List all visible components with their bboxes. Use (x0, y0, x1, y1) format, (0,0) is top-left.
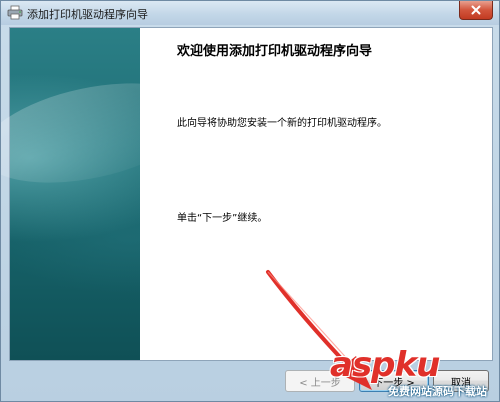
cancel-button[interactable]: 取消 (433, 370, 489, 392)
wizard-content: 欢迎使用添加打印机驱动程序向导 此向导将协助您安装一个新的打印机驱动程序。 单击… (140, 28, 492, 360)
button-bar: < 上一步 下一步 > 取消 (9, 361, 493, 401)
wizard-window: 添加打印机驱动程序向导 欢迎使用添加打印机驱动程序向导 此向导将协助您安装一个新… (0, 0, 500, 402)
back-button[interactable]: < 上一步 (285, 370, 355, 392)
instruction-text: 单击“下一步”继续。 (177, 213, 268, 224)
close-button[interactable] (459, 1, 493, 20)
wizard-panel: 欢迎使用添加打印机驱动程序向导 此向导将协助您安装一个新的打印机驱动程序。 单击… (1, 27, 493, 361)
wizard-sidebar-banner (1, 28, 207, 360)
next-button[interactable]: 下一步 > (359, 370, 429, 392)
close-icon (471, 5, 481, 15)
window-title: 添加打印机驱动程序向导 (27, 8, 148, 21)
title-bar[interactable]: 添加打印机驱动程序向导 (1, 1, 499, 25)
printer-icon (7, 5, 23, 20)
intro-text: 此向导将协助您安装一个新的打印机驱动程序。 (177, 118, 387, 129)
page-title: 欢迎使用添加打印机驱动程序向导 (177, 44, 373, 59)
